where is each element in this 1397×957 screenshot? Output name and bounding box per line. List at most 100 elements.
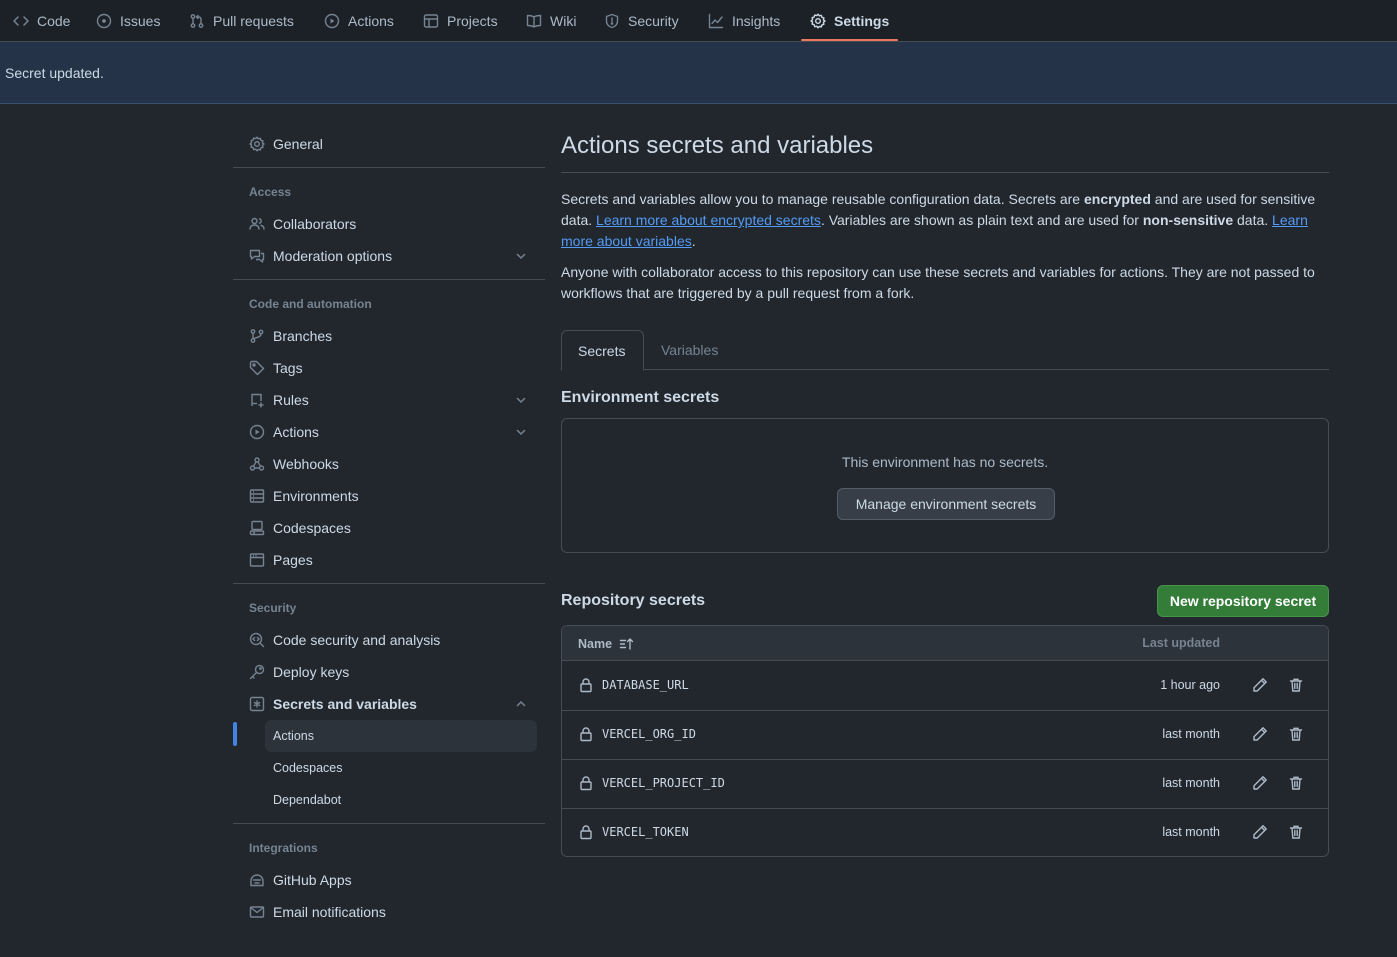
play-icon — [324, 13, 340, 29]
tab-label: Wiki — [550, 13, 577, 29]
repository-secrets-heading: Repository secrets — [561, 592, 706, 609]
column-label: Name — [578, 637, 613, 651]
intro-text: . — [691, 233, 696, 249]
browser-icon — [249, 553, 265, 567]
sidebar-item-moderation[interactable]: Moderation options — [233, 240, 545, 272]
sidebar-item-secrets-variables[interactable]: Secrets and variables — [233, 688, 545, 720]
flash-banner: Secret updated. — [0, 42, 1397, 104]
sidebar-subitem-dependabot[interactable]: Dependabot — [265, 784, 537, 816]
sidebar-item-code-security[interactable]: Code security and analysis — [233, 624, 545, 656]
tab-variables[interactable]: Variables — [645, 330, 734, 370]
sidebar-item-environments[interactable]: Environments — [233, 480, 545, 512]
secret-updated: last month — [1162, 825, 1220, 839]
sidebar-subitem-label: Actions — [273, 729, 314, 743]
sidebar-item-collaborators[interactable]: Collaborators — [233, 208, 545, 240]
sidebar-item-deploy-keys[interactable]: Deploy keys — [233, 656, 545, 688]
tab-label: Security — [628, 13, 679, 29]
tab-secrets[interactable]: Secrets — [561, 330, 644, 371]
sidebar-item-pages[interactable]: Pages — [233, 544, 545, 576]
divider — [233, 583, 545, 584]
sidebar-item-label: Pages — [273, 552, 313, 568]
secret-name: DATABASE_URL — [602, 678, 689, 692]
manage-environment-secrets-button[interactable]: Manage environment secrets — [837, 488, 1055, 520]
tab-code[interactable]: Code — [13, 0, 70, 42]
table-icon — [423, 14, 439, 28]
tab-settings[interactable]: Settings — [810, 0, 889, 42]
sidebar-subitem-actions[interactable]: Actions — [265, 720, 537, 752]
table-row: DATABASE_URL 1 hour ago — [562, 662, 1328, 711]
name-column-header[interactable]: Name — [578, 636, 635, 652]
key-icon — [249, 664, 265, 680]
pencil-icon[interactable] — [1252, 775, 1268, 791]
sidebar-item-rules[interactable]: Rules — [233, 384, 545, 416]
sidebar-item-actions[interactable]: Actions — [233, 416, 545, 448]
sidebar-item-label: Collaborators — [273, 216, 357, 232]
flash-message: Secret updated. — [5, 64, 104, 81]
sidebar-item-codespaces[interactable]: Codespaces — [233, 512, 545, 544]
webhook-icon — [249, 457, 265, 471]
people-icon — [249, 217, 265, 230]
tab-actions[interactable]: Actions — [324, 0, 394, 42]
trash-icon[interactable] — [1288, 775, 1304, 791]
pencil-icon[interactable] — [1252, 677, 1268, 693]
issue-opened-icon — [96, 13, 112, 29]
sidebar-subitem-label: Codespaces — [273, 761, 343, 775]
new-repository-secret-button[interactable]: New repository secret — [1157, 585, 1329, 617]
section-header-integrations: Integrations — [249, 841, 318, 855]
lock-icon — [580, 727, 592, 742]
pencil-icon[interactable] — [1252, 824, 1268, 840]
sidebar-item-github-apps[interactable]: GitHub Apps — [233, 864, 545, 896]
secret-name: VERCEL_TOKEN — [602, 825, 689, 839]
tab-label: Issues — [120, 13, 161, 29]
tab-issues[interactable]: Issues — [96, 0, 160, 42]
graph-icon — [708, 13, 724, 29]
chevron-up-icon[interactable] — [515, 698, 527, 710]
sidebar-item-email-notifications[interactable]: Email notifications — [233, 896, 545, 928]
tag-icon — [249, 360, 265, 376]
lock-icon — [580, 825, 592, 840]
sidebar-item-tags[interactable]: Tags — [233, 352, 545, 384]
sidebar-item-label: General — [273, 136, 323, 152]
repo-nav: Code Issues Pull requests Actions Projec… — [0, 0, 1397, 42]
intro-text: . Variables are shown as plain text and … — [820, 212, 1143, 228]
sidebar-item-general[interactable]: General — [233, 128, 545, 160]
chevron-down-icon[interactable] — [515, 426, 527, 438]
trash-icon[interactable] — [1288, 726, 1304, 742]
git-branch-icon — [250, 329, 264, 343]
gear-icon — [810, 13, 826, 29]
sidebar-subitem-codespaces[interactable]: Codespaces — [265, 752, 537, 784]
sidebar-item-branches[interactable]: Branches — [233, 320, 545, 352]
divider — [233, 279, 545, 280]
sidebar-item-label: Codespaces — [273, 520, 351, 536]
sidebar-item-label: GitHub Apps — [273, 872, 352, 888]
section-header-access: Access — [249, 185, 292, 199]
trash-icon[interactable] — [1288, 824, 1304, 840]
chevron-down-icon[interactable] — [515, 394, 527, 406]
sidebar-item-webhooks[interactable]: Webhooks — [233, 448, 545, 480]
chevron-down-icon[interactable] — [515, 250, 527, 262]
tab-wiki[interactable]: Wiki — [526, 0, 576, 42]
table-row: VERCEL_ORG_ID last month — [562, 711, 1328, 760]
table-header: Name Last updated — [562, 626, 1328, 661]
environment-secrets-heading: Environment secrets — [561, 389, 720, 406]
learn-more-secrets-link[interactable]: Learn more about encrypted secrets — [596, 212, 821, 228]
trash-icon[interactable] — [1288, 677, 1304, 693]
tab-label: Code — [37, 13, 71, 29]
tab-pull-requests[interactable]: Pull requests — [189, 0, 294, 42]
gear-icon — [249, 136, 265, 152]
tab-projects[interactable]: Projects — [423, 0, 498, 42]
play-icon — [249, 424, 265, 440]
tab-security[interactable]: Security — [604, 0, 679, 42]
title-divider — [561, 172, 1329, 173]
code-icon — [13, 16, 29, 26]
pencil-icon[interactable] — [1252, 726, 1268, 742]
tab-insights[interactable]: Insights — [708, 0, 780, 42]
lock-icon — [580, 776, 592, 791]
sidebar-item-label: Email notifications — [273, 904, 386, 920]
sidebar-item-label: Code security and analysis — [273, 632, 441, 648]
collaborator-note: Anyone with collaborator access to this … — [561, 264, 1315, 301]
table-row: VERCEL_TOKEN last month — [562, 809, 1328, 856]
key-asterisk-icon — [249, 696, 265, 712]
sidebar-item-label: Webhooks — [273, 456, 339, 472]
tab-label: Projects — [447, 13, 498, 29]
